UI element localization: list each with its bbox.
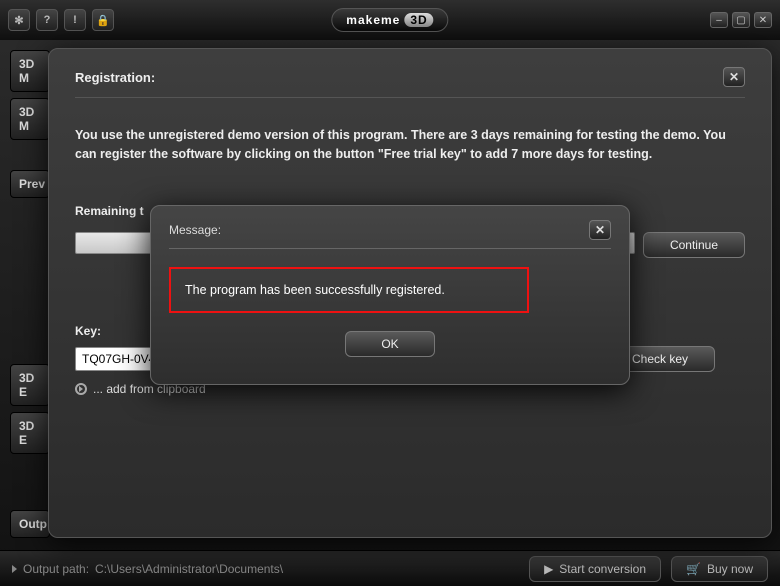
maximize-icon[interactable]: ▢	[732, 12, 750, 28]
arrow-icon	[12, 565, 17, 573]
panel-3d-effect-1: 3D E	[10, 364, 50, 406]
lock-icon[interactable]: 🔒	[92, 9, 114, 31]
message-close-icon[interactable]: ✕	[589, 220, 611, 240]
help-icon[interactable]: ?	[36, 9, 58, 31]
footer: Output path: C:\Users\Administrator\Docu…	[0, 550, 780, 586]
registration-close-icon[interactable]: ✕	[723, 67, 745, 87]
logo-text: makeme	[346, 13, 400, 27]
message-dialog: Message: ✕ The program has been successf…	[150, 205, 630, 385]
cart-icon: 🛒	[686, 562, 701, 576]
panel-output: Outp	[10, 510, 50, 538]
message-title: Message:	[169, 223, 589, 237]
gear-icon[interactable]: ✻	[8, 9, 30, 31]
buy-now-button[interactable]: 🛒 Buy now	[671, 556, 768, 582]
info-icon[interactable]: !	[64, 9, 86, 31]
ok-button[interactable]: OK	[345, 331, 435, 357]
clipboard-arrow-icon	[75, 383, 87, 395]
registration-body-text: You use the unregistered demo version of…	[75, 126, 745, 164]
output-path-label: Output path:	[23, 562, 89, 576]
continue-button[interactable]: Continue	[643, 232, 745, 258]
panel-3d-movies-2: 3D M	[10, 98, 50, 140]
panel-3d-effect-2: 3D E	[10, 412, 50, 454]
logo-badge: 3D	[404, 13, 433, 27]
message-highlight-box: The program has been successfully regist…	[169, 267, 529, 313]
output-path-value: C:\Users\Administrator\Documents\	[95, 562, 283, 576]
start-conversion-label: Start conversion	[559, 562, 646, 576]
minimize-icon[interactable]: –	[710, 12, 728, 28]
message-text: The program has been successfully regist…	[185, 283, 513, 297]
buy-now-label: Buy now	[707, 562, 753, 576]
divider	[75, 97, 745, 98]
start-conversion-button[interactable]: ▶ Start conversion	[529, 556, 661, 582]
registration-title: Registration:	[75, 70, 723, 85]
app-titlebar: ✻ ? ! 🔒 makeme 3D – ▢ ✕	[0, 0, 780, 40]
play-icon: ▶	[544, 562, 553, 576]
panel-preview: Prev	[10, 170, 50, 198]
window-close-icon[interactable]: ✕	[754, 12, 772, 28]
app-logo: makeme 3D	[331, 8, 448, 32]
panel-3d-movies-1: 3D M	[10, 50, 50, 92]
divider	[169, 248, 611, 249]
